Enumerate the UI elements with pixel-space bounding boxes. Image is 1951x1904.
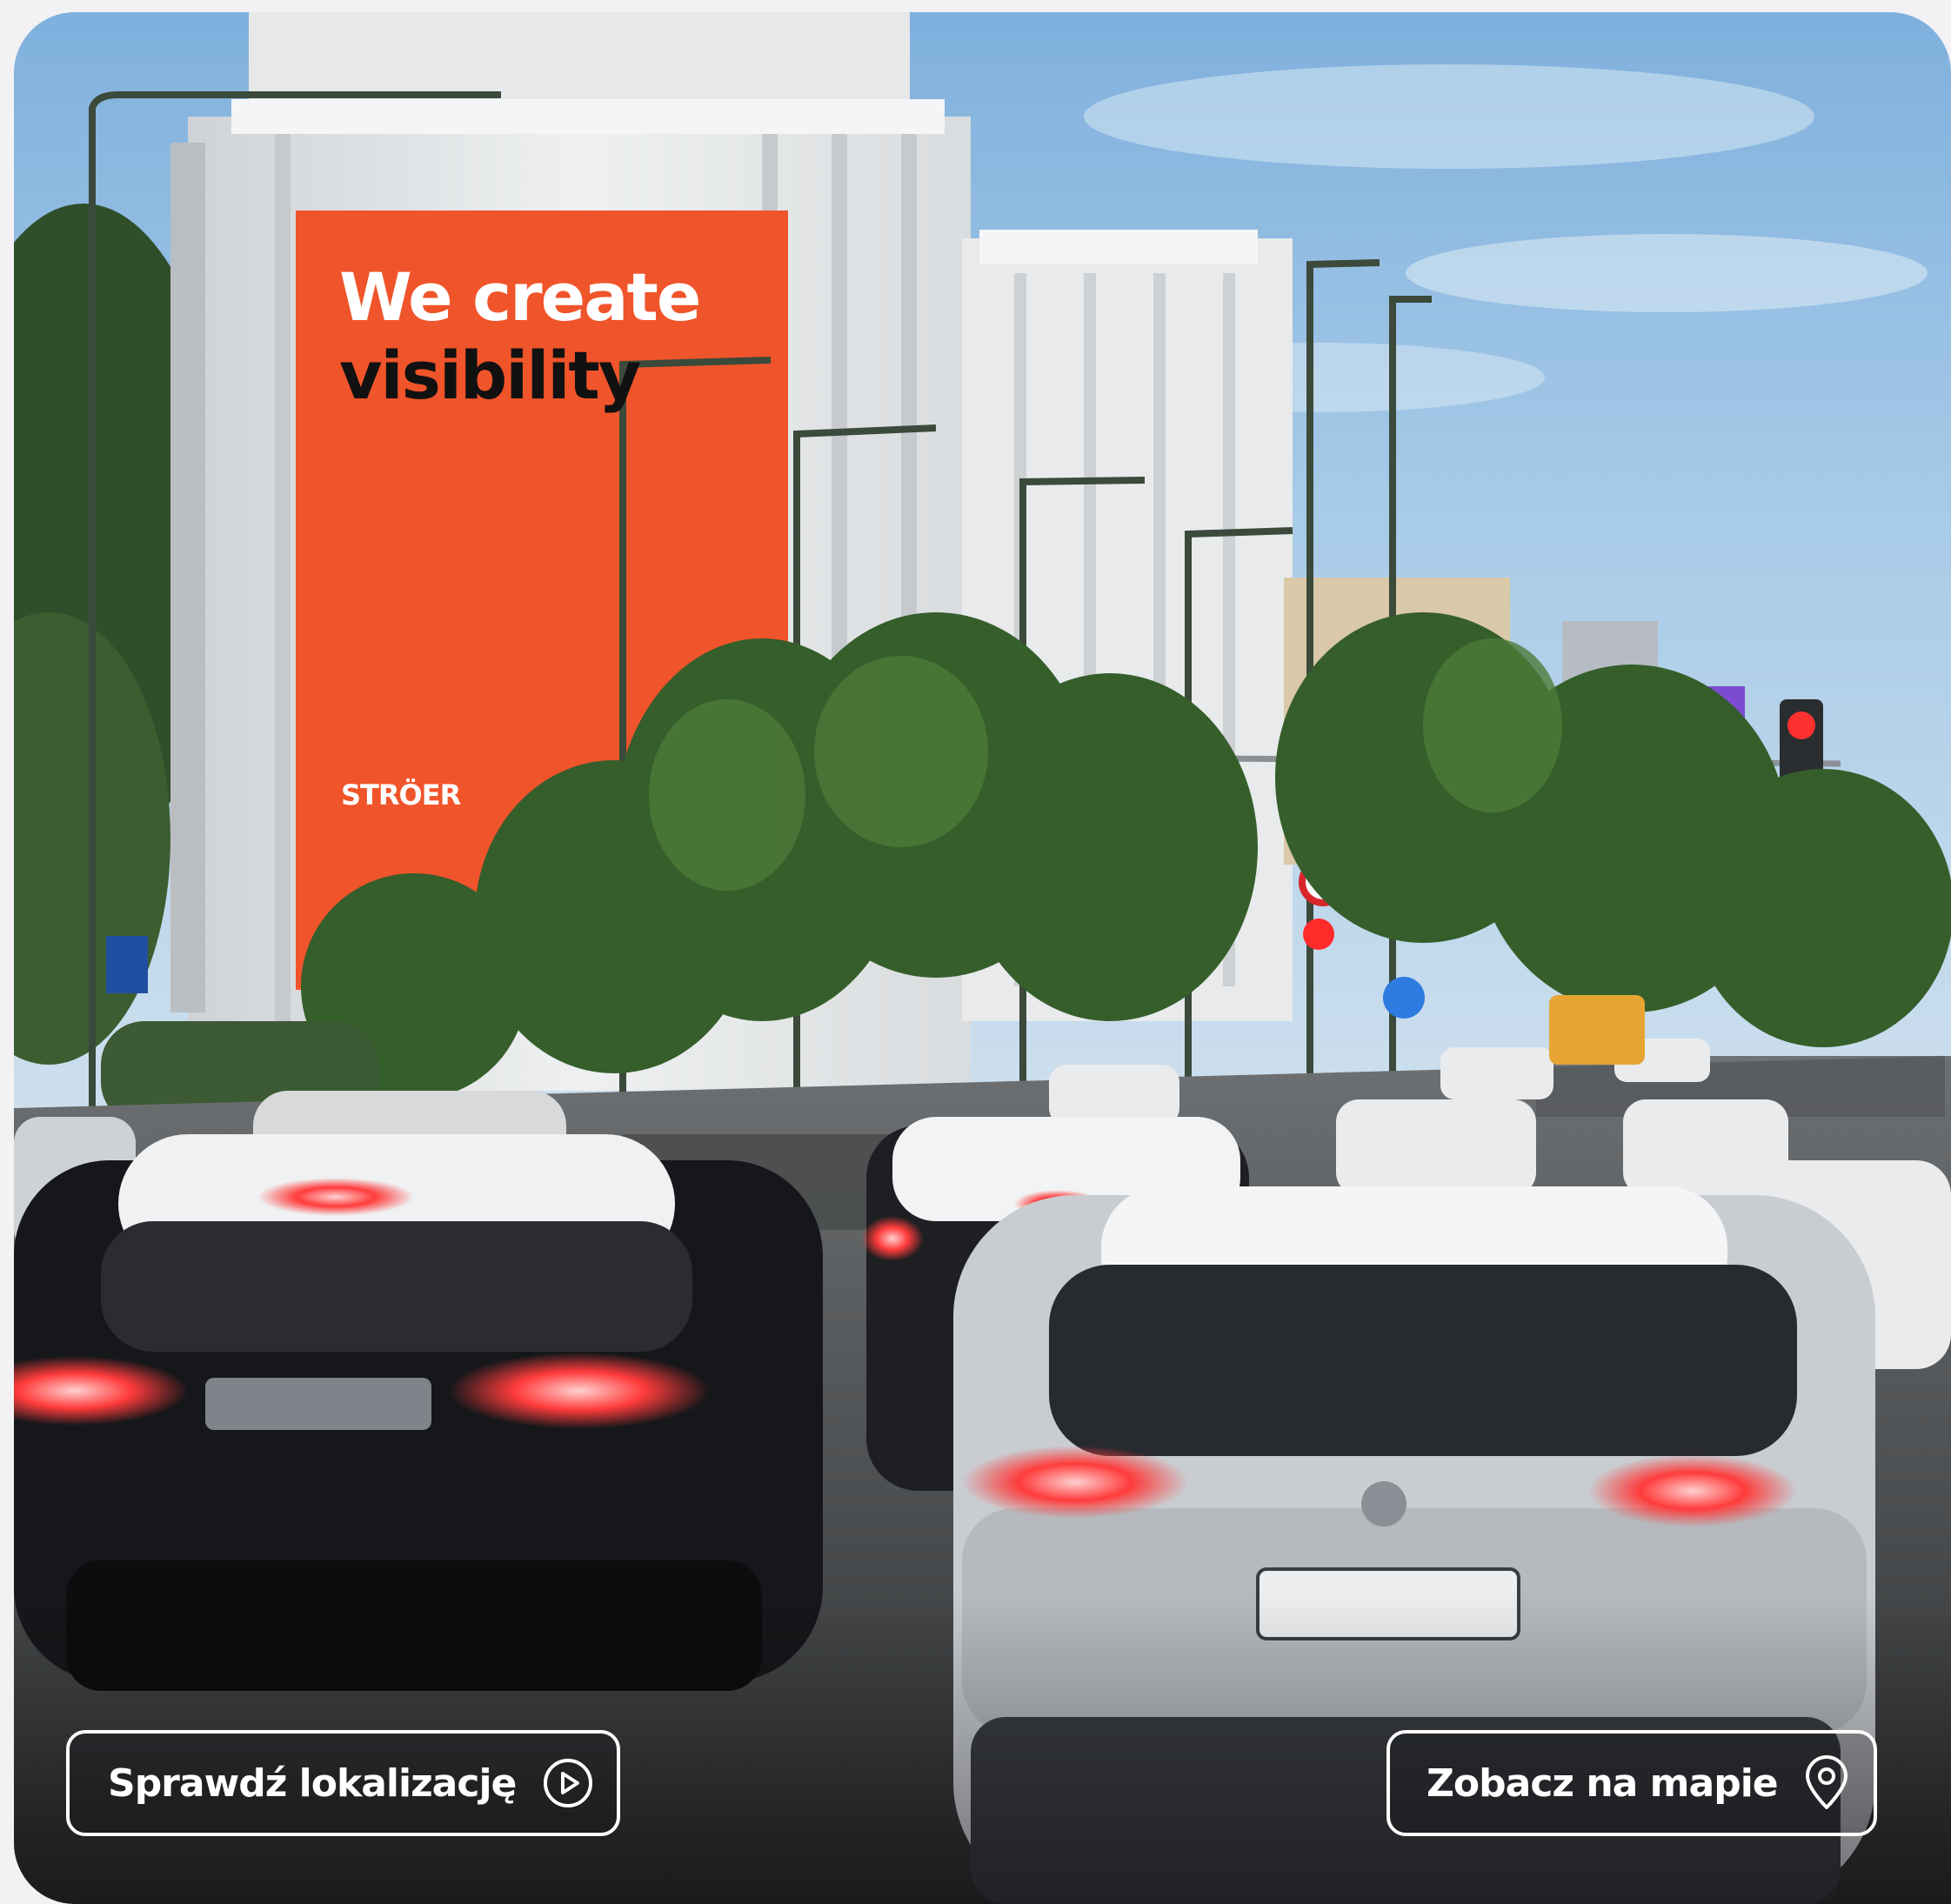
billboard-headline-line2: visibility <box>339 337 641 414</box>
location-photo-card: We create visibility STRÖER <box>14 12 1951 1904</box>
view-map-label: Zobacz na mapie <box>1427 1760 1779 1806</box>
map-pin-icon <box>1805 1755 1847 1809</box>
check-location-button[interactable]: Sprawdź lokalizację <box>66 1730 620 1836</box>
billboard-headline-line1: We create <box>339 258 701 336</box>
view-map-button[interactable]: Zobacz na mapie <box>1386 1730 1877 1836</box>
play-circle-icon <box>544 1759 593 1807</box>
billboard-brand-logo: STRÖER <box>341 778 461 812</box>
check-location-label: Sprawdź lokalizację <box>108 1760 517 1806</box>
